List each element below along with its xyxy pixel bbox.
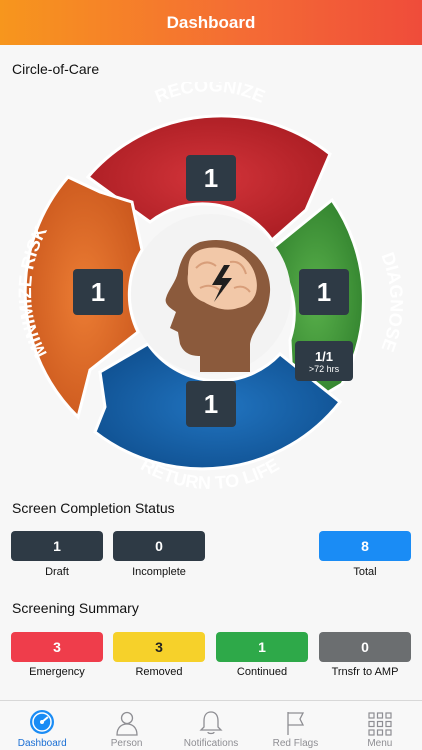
tab-dashboard-label: Dashboard [17, 738, 67, 749]
page-title: Dashboard [166, 12, 256, 32]
speedometer-icon [30, 710, 55, 734]
tab-bar: Dashboard Person Notifications Red Flags [0, 700, 422, 750]
app-screen: Dashboard Circle-of-Care RECOGNIZE DIAGN… [0, 0, 422, 750]
return-to-life-count[interactable]: 1 [186, 381, 236, 427]
person-icon [115, 711, 138, 736]
recognize-label: RECOGNIZE [152, 82, 268, 107]
tab-dashboard[interactable]: Dashboard [0, 701, 84, 750]
tab-red-flags-label: Red Flags [272, 738, 319, 749]
removed-tile[interactable]: 3 [113, 632, 205, 662]
diagnose-overdue-badge[interactable]: 1/1 >72 hrs [295, 341, 353, 381]
emergency-label: Emergency [29, 666, 85, 678]
circle-of-care-wheel: RECOGNIZE DIAGNOSE RETURN TO LIFE MINIMI… [0, 82, 422, 502]
circle-of-care-title: Circle-of-Care [12, 61, 100, 77]
diagnose-overdue-text: >72 hrs [308, 363, 340, 374]
diagnose-count[interactable]: 1 [299, 269, 349, 315]
tab-red-flags[interactable]: Red Flags [253, 701, 337, 750]
tab-person[interactable]: Person [84, 701, 168, 750]
header-bar: Dashboard [0, 0, 422, 45]
tab-person-label: Person [110, 738, 143, 749]
transfer-tile[interactable]: 0 [319, 632, 411, 662]
bell-icon [199, 711, 223, 735]
svg-text:RECOGNIZE: RECOGNIZE [152, 82, 268, 107]
total-label: Total [353, 566, 377, 578]
transfer-label: Trnsfr to AMP [331, 666, 399, 678]
flag-icon [287, 712, 305, 735]
tab-menu-label: Menu [367, 738, 393, 749]
diagnose-overdue-count: 1/1 [314, 348, 334, 364]
removed-label: Removed [135, 666, 183, 678]
tab-menu[interactable]: Menu [338, 701, 422, 750]
tab-notifications-label: Notifications [183, 738, 239, 749]
draft-label: Draft [45, 566, 69, 578]
svg-text:DIAGNOSE: DIAGNOSE [377, 250, 406, 355]
draft-tile[interactable]: 1 [11, 531, 103, 561]
summary-title: Screening Summary [12, 600, 139, 616]
incomplete-label: Incomplete [132, 566, 186, 578]
completion-title: Screen Completion Status [12, 500, 175, 516]
continued-tile[interactable]: 1 [216, 632, 308, 662]
incomplete-tile[interactable]: 0 [113, 531, 205, 561]
grid-icon [368, 712, 392, 736]
minimize-risk-count[interactable]: 1 [73, 269, 123, 315]
tab-notifications[interactable]: Notifications [169, 701, 253, 750]
continued-label: Continued [236, 666, 288, 678]
diagnose-label: DIAGNOSE [377, 250, 406, 355]
recognize-count[interactable]: 1 [186, 155, 236, 201]
total-tile[interactable]: 8 [319, 531, 411, 561]
emergency-tile[interactable]: 3 [11, 632, 103, 662]
